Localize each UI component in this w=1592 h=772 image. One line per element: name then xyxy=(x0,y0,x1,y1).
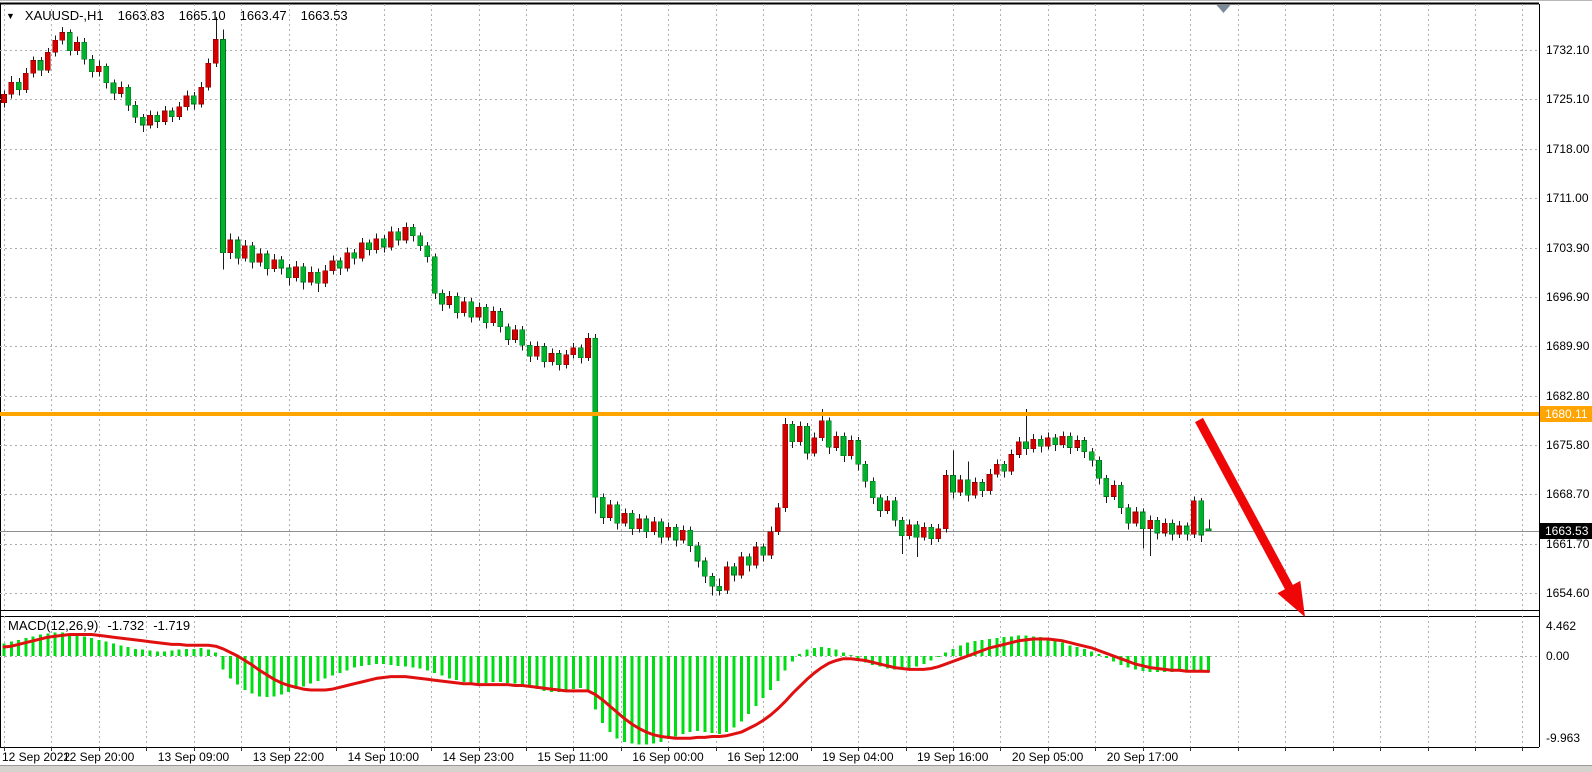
price-axis-label: 1654.60 xyxy=(1546,586,1589,600)
price-axis-label: 1682.80 xyxy=(1546,389,1589,403)
trading-chart-window: ▼ XAUUSD-,H1 1663.83 1665.10 1663.47 166… xyxy=(0,0,1592,772)
ohlc-header: ▼ XAUUSD-,H1 1663.83 1665.10 1663.47 166… xyxy=(6,8,348,23)
price-axis-label: 1703.90 xyxy=(1546,241,1589,255)
window-top-edge xyxy=(0,0,1592,1)
time-axis-label: 12 Sep 20:00 xyxy=(63,750,134,764)
macd-axis-max: 4.462 xyxy=(1546,619,1576,633)
macd-signal-value: -1.719 xyxy=(153,618,190,633)
macd-header: MACD(12,26,9) -1.732 -1.719 xyxy=(8,618,190,633)
price-axis-label: 1668.70 xyxy=(1546,487,1589,501)
time-axis-label: 20 Sep 05:00 xyxy=(1012,750,1083,764)
time-axis-label: 13 Sep 22:00 xyxy=(253,750,324,764)
chart-canvas[interactable] xyxy=(0,0,1592,772)
horizontal-line-price-tag: 1680.11 xyxy=(1540,406,1592,422)
current-price-tag: 1663.53 xyxy=(1540,523,1592,539)
macd-axis-zero: 0.00 xyxy=(1546,649,1569,663)
open-value: 1663.83 xyxy=(118,8,165,23)
time-axis-label: 20 Sep 17:00 xyxy=(1107,750,1178,764)
time-axis-label: 15 Sep 11:00 xyxy=(537,750,608,764)
macd-main-value: -1.732 xyxy=(107,618,144,633)
price-axis-label: 1689.90 xyxy=(1546,339,1589,353)
price-axis-label: 1725.10 xyxy=(1546,92,1589,106)
low-value: 1663.47 xyxy=(240,8,287,23)
horizontal-line-annotation[interactable] xyxy=(0,412,1539,416)
chevron-down-icon[interactable]: ▼ xyxy=(6,11,15,21)
price-axis-label: 1718.00 xyxy=(1546,142,1589,156)
time-axis-label: 14 Sep 23:00 xyxy=(443,750,514,764)
time-axis-label: 19 Sep 04:00 xyxy=(822,750,893,764)
price-axis-label: 1696.90 xyxy=(1546,290,1589,304)
time-axis-label: 12 Sep 2022 xyxy=(2,750,70,764)
time-axis-label: 13 Sep 09:00 xyxy=(158,750,229,764)
macd-axis-min: -9.963 xyxy=(1546,731,1580,745)
close-value: 1663.53 xyxy=(301,8,348,23)
bottom-strip xyxy=(0,765,1592,772)
time-axis-label: 16 Sep 00:00 xyxy=(632,750,703,764)
price-axis-label: 1711.00 xyxy=(1546,191,1589,205)
high-value: 1665.10 xyxy=(179,8,226,23)
time-axis-label: 19 Sep 16:00 xyxy=(917,750,988,764)
time-axis-label: 16 Sep 12:00 xyxy=(727,750,798,764)
symbol-timeframe-label: XAUUSD-,H1 xyxy=(25,8,104,23)
price-axis[interactable] xyxy=(1539,4,1592,747)
price-axis-label: 1732.10 xyxy=(1546,43,1589,57)
price-axis-label: 1675.80 xyxy=(1546,438,1589,452)
time-axis-label: 14 Sep 10:00 xyxy=(348,750,419,764)
macd-label: MACD(12,26,9) xyxy=(8,618,98,633)
